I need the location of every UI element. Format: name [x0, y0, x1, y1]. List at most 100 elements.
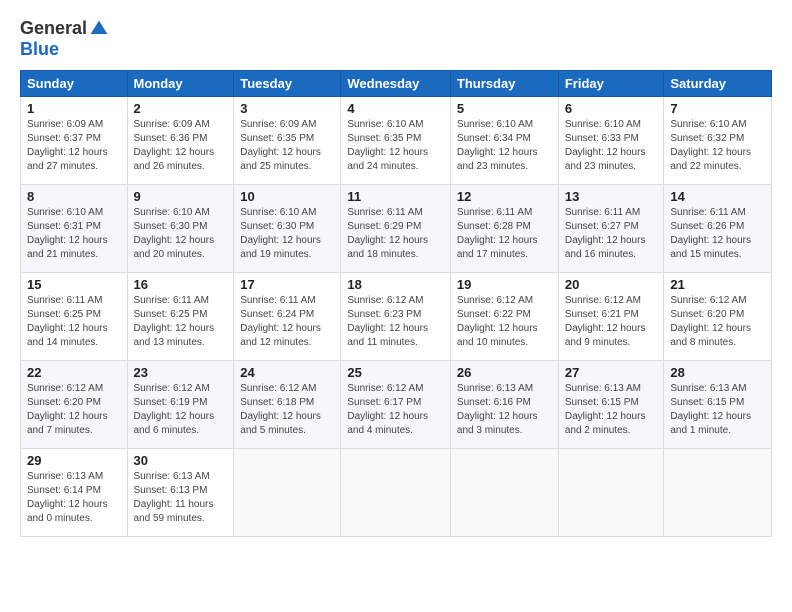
day-number: 2: [134, 101, 228, 116]
day-info: Sunrise: 6:11 AMSunset: 6:28 PMDaylight:…: [457, 206, 552, 262]
table-row: 18 Sunrise: 6:12 AMSunset: 6:23 PMDayligh…: [341, 273, 451, 361]
table-row: 15 Sunrise: 6:11 AMSunset: 6:25 PMDayligh…: [21, 273, 128, 361]
day-info: Sunrise: 6:11 AMSunset: 6:29 PMDaylight:…: [347, 206, 444, 262]
table-row: 9 Sunrise: 6:10 AMSunset: 6:30 PMDaylight…: [127, 185, 234, 273]
day-info: Sunrise: 6:12 AMSunset: 6:23 PMDaylight:…: [347, 294, 444, 350]
day-number: 8: [27, 189, 121, 204]
day-number: 29: [27, 453, 121, 468]
calendar-week-row: 1 Sunrise: 6:09 AMSunset: 6:37 PMDaylight…: [21, 97, 772, 185]
table-row: 3Sunrise: 6:09 AMSunset: 6:35 PMDaylight…: [234, 97, 341, 185]
day-info: Sunrise: 6:10 AMSunset: 6:31 PMDaylight:…: [27, 206, 121, 262]
table-row: 27 Sunrise: 6:13 AMSunset: 6:15 PMDayligh…: [558, 361, 664, 449]
day-info: Sunrise: 6:13 AMSunset: 6:15 PMDaylight:…: [670, 382, 765, 438]
table-row: 21Sunrise: 6:12 AMSunset: 6:20 PMDayligh…: [664, 273, 772, 361]
weekday-header-row: Sunday Monday Tuesday Wednesday Thursday…: [21, 71, 772, 97]
table-row: 6Sunrise: 6:10 AMSunset: 6:33 PMDaylight…: [558, 97, 664, 185]
day-info: Sunrise: 6:13 AMSunset: 6:16 PMDaylight:…: [457, 382, 552, 438]
table-row: 30 Sunrise: 6:13 AMSunset: 6:13 PMDayligh…: [127, 449, 234, 537]
day-info: Sunrise: 6:12 AMSunset: 6:20 PMDaylight:…: [27, 382, 121, 438]
day-number: 25: [347, 365, 444, 380]
day-info: Sunrise: 6:13 AMSunset: 6:15 PMDaylight:…: [565, 382, 658, 438]
day-info: Sunrise: 6:12 AMSunset: 6:17 PMDaylight:…: [347, 382, 444, 438]
day-number: 17: [240, 277, 334, 292]
table-row: [234, 449, 341, 537]
table-row: 13 Sunrise: 6:11 AMSunset: 6:27 PMDayligh…: [558, 185, 664, 273]
day-number: 30: [134, 453, 228, 468]
table-row: 28 Sunrise: 6:13 AMSunset: 6:15 PMDayligh…: [664, 361, 772, 449]
day-info: Sunrise: 6:12 AMSunset: 6:22 PMDaylight:…: [457, 294, 552, 350]
table-row: 17 Sunrise: 6:11 AMSunset: 6:24 PMDayligh…: [234, 273, 341, 361]
calendar-week-row: 29 Sunrise: 6:13 AMSunset: 6:14 PMDayligh…: [21, 449, 772, 537]
table-row: 1 Sunrise: 6:09 AMSunset: 6:37 PMDaylight…: [21, 97, 128, 185]
day-number: 5: [457, 101, 552, 116]
table-row: [450, 449, 558, 537]
day-number: 10: [240, 189, 334, 204]
day-info: Sunrise: 6:11 AMSunset: 6:24 PMDaylight:…: [240, 294, 334, 350]
day-number: 28: [670, 365, 765, 380]
day-number: 9: [134, 189, 228, 204]
logo: General Blue: [20, 18, 109, 60]
table-row: 22 Sunrise: 6:12 AMSunset: 6:20 PMDayligh…: [21, 361, 128, 449]
day-number: 21: [670, 277, 765, 292]
day-info: Sunrise: 6:09 AMSunset: 6:37 PMDaylight:…: [27, 118, 121, 174]
table-row: 7 Sunrise: 6:10 AMSunset: 6:32 PMDaylight…: [664, 97, 772, 185]
table-row: 14Sunrise: 6:11 AMSunset: 6:26 PMDayligh…: [664, 185, 772, 273]
day-info: Sunrise: 6:10 AMSunset: 6:34 PMDaylight:…: [457, 118, 552, 174]
day-info: Sunrise: 6:10 AMSunset: 6:32 PMDaylight:…: [670, 118, 765, 174]
day-number: 23: [134, 365, 228, 380]
day-number: 7: [670, 101, 765, 116]
day-info: Sunrise: 6:10 AMSunset: 6:30 PMDaylight:…: [134, 206, 228, 262]
header: General Blue: [20, 18, 772, 60]
day-number: 13: [565, 189, 658, 204]
day-number: 26: [457, 365, 552, 380]
day-info: Sunrise: 6:12 AMSunset: 6:18 PMDaylight:…: [240, 382, 334, 438]
logo-icon: [89, 19, 109, 39]
table-row: 10Sunrise: 6:10 AMSunset: 6:30 PMDayligh…: [234, 185, 341, 273]
day-number: 12: [457, 189, 552, 204]
calendar-week-row: 22 Sunrise: 6:12 AMSunset: 6:20 PMDayligh…: [21, 361, 772, 449]
day-number: 22: [27, 365, 121, 380]
day-number: 4: [347, 101, 444, 116]
day-info: Sunrise: 6:13 AMSunset: 6:14 PMDaylight:…: [27, 470, 121, 526]
day-info: Sunrise: 6:12 AMSunset: 6:19 PMDaylight:…: [134, 382, 228, 438]
table-row: 16Sunrise: 6:11 AMSunset: 6:25 PMDayligh…: [127, 273, 234, 361]
calendar-week-row: 8 Sunrise: 6:10 AMSunset: 6:31 PMDaylight…: [21, 185, 772, 273]
header-saturday: Saturday: [664, 71, 772, 97]
table-row: [341, 449, 451, 537]
header-sunday: Sunday: [21, 71, 128, 97]
table-row: [664, 449, 772, 537]
day-number: 27: [565, 365, 658, 380]
day-number: 15: [27, 277, 121, 292]
table-row: 12 Sunrise: 6:11 AMSunset: 6:28 PMDayligh…: [450, 185, 558, 273]
table-row: 29 Sunrise: 6:13 AMSunset: 6:14 PMDayligh…: [21, 449, 128, 537]
day-info: Sunrise: 6:12 AMSunset: 6:21 PMDaylight:…: [565, 294, 658, 350]
table-row: 8 Sunrise: 6:10 AMSunset: 6:31 PMDaylight…: [21, 185, 128, 273]
table-row: 23 Sunrise: 6:12 AMSunset: 6:19 PMDayligh…: [127, 361, 234, 449]
day-info: Sunrise: 6:10 AMSunset: 6:35 PMDaylight:…: [347, 118, 444, 174]
day-info: Sunrise: 6:13 AMSunset: 6:13 PMDaylight:…: [134, 470, 228, 526]
day-info: Sunrise: 6:09 AMSunset: 6:35 PMDaylight:…: [240, 118, 334, 174]
page: General Blue Sunday Monday Tuesday Wedne…: [0, 0, 792, 547]
day-number: 6: [565, 101, 658, 116]
logo-general-text: General: [20, 18, 87, 39]
table-row: 25 Sunrise: 6:12 AMSunset: 6:17 PMDayligh…: [341, 361, 451, 449]
day-info: Sunrise: 6:11 AMSunset: 6:25 PMDaylight:…: [27, 294, 121, 350]
header-monday: Monday: [127, 71, 234, 97]
day-number: 18: [347, 277, 444, 292]
day-number: 11: [347, 189, 444, 204]
day-number: 1: [27, 101, 121, 116]
day-number: 14: [670, 189, 765, 204]
day-info: Sunrise: 6:11 AMSunset: 6:27 PMDaylight:…: [565, 206, 658, 262]
table-row: 19 Sunrise: 6:12 AMSunset: 6:22 PMDayligh…: [450, 273, 558, 361]
logo-blue-text: Blue: [20, 39, 59, 60]
day-info: Sunrise: 6:09 AMSunset: 6:36 PMDaylight:…: [134, 118, 228, 174]
calendar-week-row: 15 Sunrise: 6:11 AMSunset: 6:25 PMDayligh…: [21, 273, 772, 361]
day-number: 20: [565, 277, 658, 292]
table-row: 26 Sunrise: 6:13 AMSunset: 6:16 PMDayligh…: [450, 361, 558, 449]
table-row: 11 Sunrise: 6:11 AMSunset: 6:29 PMDayligh…: [341, 185, 451, 273]
table-row: 20 Sunrise: 6:12 AMSunset: 6:21 PMDayligh…: [558, 273, 664, 361]
day-number: 19: [457, 277, 552, 292]
table-row: 24Sunrise: 6:12 AMSunset: 6:18 PMDayligh…: [234, 361, 341, 449]
header-thursday: Thursday: [450, 71, 558, 97]
table-row: 4 Sunrise: 6:10 AMSunset: 6:35 PMDaylight…: [341, 97, 451, 185]
